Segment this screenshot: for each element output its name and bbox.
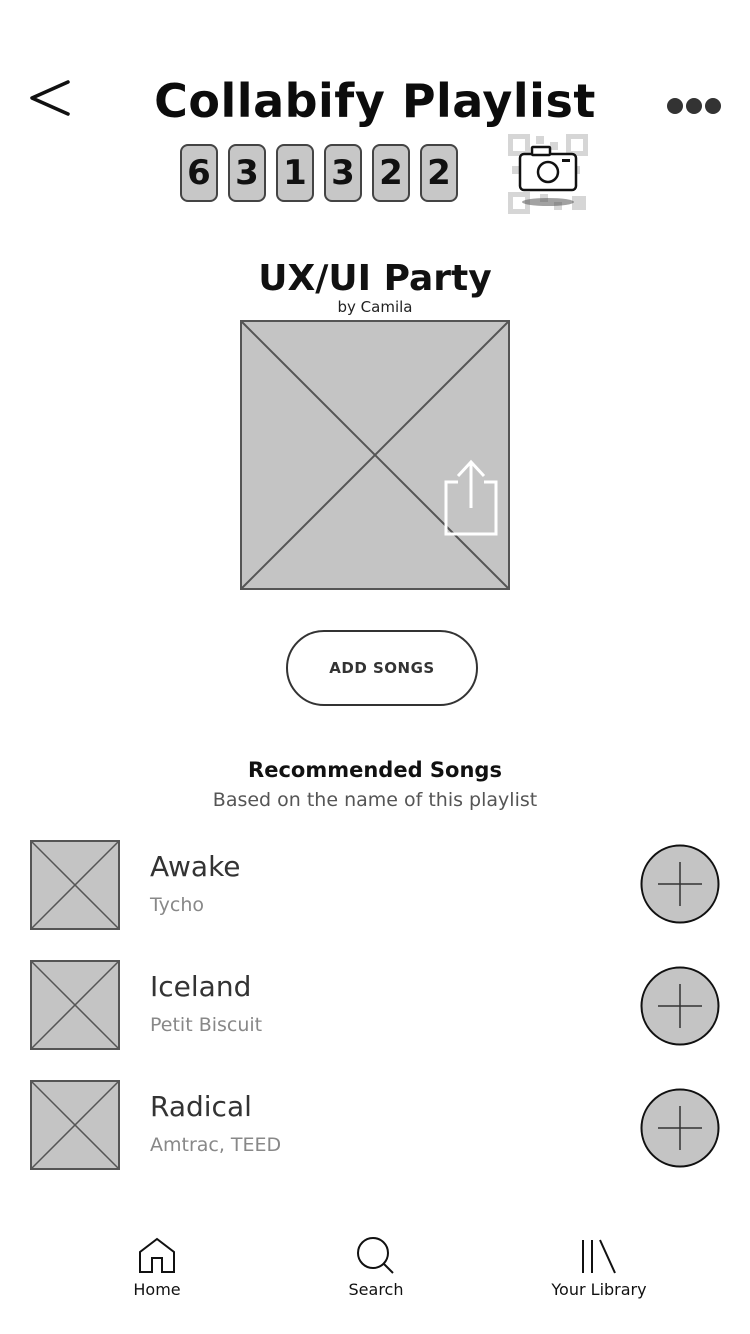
- song-artist: Tycho: [150, 894, 205, 916]
- nav-item-library[interactable]: Your Library: [524, 1236, 674, 1306]
- code-digit: 6: [180, 144, 218, 202]
- nav-label: Your Library: [551, 1280, 647, 1299]
- recommended-title: Recommended Songs: [248, 758, 502, 782]
- add-song-button[interactable]: [640, 1088, 720, 1168]
- song-thumbnail: [30, 1080, 120, 1170]
- add-song-button[interactable]: [640, 844, 720, 924]
- search-icon: [357, 1237, 394, 1274]
- add-song-button[interactable]: [640, 966, 720, 1046]
- nav-item-home[interactable]: Home: [82, 1236, 232, 1306]
- recommended-subtitle: Based on the name of this playlist: [212, 789, 538, 811]
- library-icon: [582, 1239, 616, 1274]
- song-title: Radical: [150, 1090, 252, 1123]
- more-horizontal-icon: [667, 98, 721, 114]
- plus-icon: [640, 844, 720, 924]
- qr-camera-icon: [508, 134, 588, 214]
- code-digit: 3: [228, 144, 266, 202]
- nav-item-search[interactable]: Search: [301, 1236, 451, 1306]
- share-button[interactable]: [440, 456, 502, 538]
- code-digit: 2: [420, 144, 458, 202]
- song-artist: Petit Biscuit: [150, 1014, 263, 1036]
- code-digit: 1: [276, 144, 314, 202]
- playlist-owner: by Camila: [337, 298, 413, 316]
- nav-label: Search: [348, 1280, 404, 1299]
- song-artist: Amtrac, TEED: [150, 1134, 282, 1156]
- list-item[interactable]: Radical Amtrac, TEED: [0, 1080, 750, 1180]
- song-thumbnail: [30, 960, 120, 1050]
- plus-icon: [640, 1088, 720, 1168]
- playlist-name: UX/UI Party: [258, 258, 492, 299]
- list-item[interactable]: Awake Tycho: [0, 840, 750, 940]
- song-title: Awake: [150, 850, 241, 883]
- session-code: 6 3 1 3 2 2: [180, 144, 458, 206]
- nav-label: Home: [133, 1280, 181, 1299]
- share-icon: [444, 459, 498, 536]
- more-options-button[interactable]: [662, 92, 726, 120]
- code-digit: 3: [324, 144, 362, 202]
- home-icon: [139, 1237, 175, 1273]
- song-title: Iceland: [150, 970, 252, 1003]
- song-thumbnail: [30, 840, 120, 930]
- plus-icon: [640, 966, 720, 1046]
- add-songs-button[interactable]: ADD SONGS: [286, 630, 478, 706]
- list-item[interactable]: Iceland Petit Biscuit: [0, 960, 750, 1060]
- playlist-cover-image: [240, 320, 510, 590]
- qr-scan-button[interactable]: [506, 132, 590, 216]
- page-title: Collabify Playlist: [154, 74, 596, 128]
- code-digit: 2: [372, 144, 410, 202]
